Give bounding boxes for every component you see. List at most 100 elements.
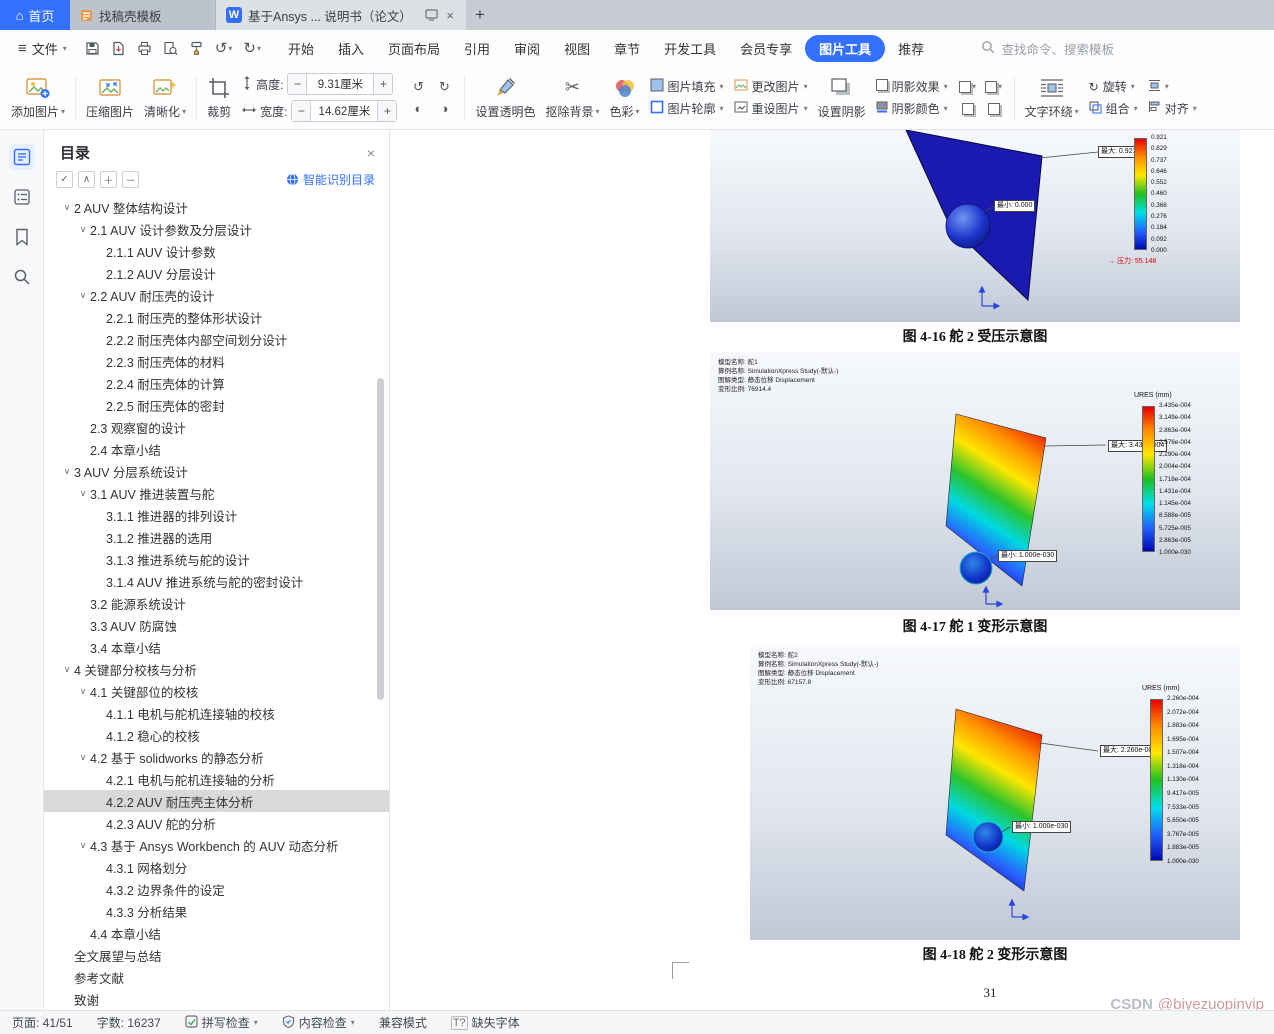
chevron-down-icon[interactable]: ∨ — [60, 466, 74, 477]
window-mode-icon[interactable] — [425, 9, 439, 21]
toc-item[interactable]: ∨ 4.2 基于 solidworks 的静态分析 — [44, 746, 389, 768]
page-indicator[interactable]: 页面: 41/51 — [12, 1014, 73, 1031]
tab-member[interactable]: 会员专享 — [729, 35, 803, 62]
toc-item[interactable]: 4.3.2 边界条件的设定 — [44, 878, 389, 900]
print-preview-button[interactable] — [163, 39, 178, 57]
width-decrease-button[interactable]: − — [292, 101, 311, 121]
toc-item[interactable]: 3.2 能源系统设计 — [44, 592, 389, 614]
shadow-style-button-3[interactable] — [957, 100, 979, 118]
toc-item[interactable]: ∨ 4.1 关键部位的校核 — [44, 680, 389, 702]
picture-outline-button[interactable]: 图片轮廓 ▾ — [650, 100, 724, 117]
width-increase-button[interactable]: + — [378, 101, 397, 121]
figure-4-17-image[interactable]: 模型名称: 舵1 算例名称: SimulationXpress Study(-默认… — [710, 352, 1240, 610]
toc-item[interactable]: 4.3.3 分析结果 — [44, 900, 389, 922]
group-button[interactable]: 组合 ▾ — [1089, 100, 1138, 117]
toc-item[interactable]: 参考文献 — [44, 966, 389, 988]
chevron-down-icon[interactable]: ∨ — [60, 664, 74, 675]
toc-item[interactable]: 3.3 AUV 防腐蚀 — [44, 614, 389, 636]
crop-button[interactable]: 裁剪 — [202, 74, 236, 122]
template-tab[interactable]: 找稿壳模板 — [70, 0, 216, 30]
smart-recognize-button[interactable]: 智能识别目录 — [286, 171, 375, 188]
compat-mode-indicator[interactable]: 兼容模式 — [379, 1014, 427, 1031]
missing-font-button[interactable]: T? 缺失字体 — [450, 1014, 520, 1031]
toc-item[interactable]: 3.4 本章小结 — [44, 636, 389, 658]
toc-collapse-all-button[interactable]: ∧ — [78, 171, 95, 188]
set-shadow-button[interactable]: 设置阴影 — [813, 74, 871, 122]
chevron-down-icon[interactable]: ∨ — [76, 224, 90, 235]
reset-picture-button[interactable]: 重设图片 ▾ — [734, 100, 808, 117]
command-search[interactable]: 查找命令、搜索模板 — [981, 39, 1114, 58]
toc-item[interactable]: ∨ 4 关键部分校核与分析 — [44, 658, 389, 680]
toc-item[interactable]: 4.3.1 网格划分 — [44, 856, 389, 878]
toc-item[interactable]: 致谢 — [44, 988, 389, 1010]
toc-item[interactable]: 2.1.1 AUV 设计参数 — [44, 240, 389, 262]
chevron-down-icon[interactable]: ∨ — [76, 840, 90, 851]
format-painter-button[interactable] — [189, 39, 204, 57]
toc-item[interactable]: ∨ 4.3 基于 Ansys Workbench 的 AUV 动态分析 — [44, 834, 389, 856]
toc-item[interactable]: ∨ 3 AUV 分层系统设计 — [44, 460, 389, 482]
height-input[interactable] — [306, 74, 375, 94]
shadow-effect-button[interactable]: 阴影效果 ▾ — [875, 78, 948, 95]
chevron-down-icon[interactable]: ∨ — [76, 488, 90, 499]
file-menu[interactable]: ≡ 文件 ▾ — [10, 39, 75, 58]
rotate-left-icon[interactable]: ↺ — [407, 78, 429, 96]
tab-view[interactable]: 视图 — [553, 35, 601, 62]
chevron-down-icon[interactable]: ∨ — [76, 686, 90, 697]
toc-select-button[interactable]: ✓ — [56, 171, 73, 188]
tab-developer[interactable]: 开发工具 — [653, 35, 727, 62]
home-tab[interactable]: ⌂ 首页 — [0, 0, 70, 30]
set-transparent-color-button[interactable]: 设置透明色 — [470, 74, 540, 122]
sharpen-button[interactable]: 清晰化 ▾ — [139, 74, 191, 122]
undo-button[interactable]: ↺ ▾ — [215, 39, 233, 57]
shadow-style-button-1[interactable]: ▾ — [957, 78, 979, 96]
toc-item[interactable]: ∨ 2.1 AUV 设计参数及分层设计 — [44, 218, 389, 240]
close-icon[interactable]: × — [367, 145, 375, 161]
word-count[interactable]: 字数: 16237 — [97, 1014, 161, 1031]
spell-check-button[interactable]: 拼写检查 ▾ — [185, 1014, 258, 1031]
close-tab-icon[interactable]: × — [444, 8, 456, 23]
redo-button[interactable]: ↻ ▾ — [243, 39, 261, 57]
sidebar-bookmark-button[interactable] — [9, 224, 35, 250]
tab-references[interactable]: 引用 — [453, 35, 501, 62]
chevron-down-icon[interactable]: ∨ — [76, 752, 90, 763]
tab-recommend[interactable]: 推荐 — [887, 35, 935, 62]
toc-item[interactable]: ∨ 3.1 AUV 推进装置与舵 — [44, 482, 389, 504]
text-wrap-button[interactable]: 文字环绕 ▾ — [1020, 74, 1084, 122]
change-picture-button[interactable]: 更改图片 ▾ — [734, 78, 808, 95]
sidebar-chapter-button[interactable] — [9, 184, 35, 210]
width-input[interactable] — [310, 101, 379, 121]
sidebar-toc-button[interactable] — [8, 144, 35, 170]
compress-picture-button[interactable]: 压缩图片 — [81, 74, 139, 122]
chevron-down-icon[interactable]: ∨ — [76, 290, 90, 301]
toc-item[interactable]: 3.1.2 推进器的选用 — [44, 526, 389, 548]
picture-fill-button[interactable]: 图片填充 ▾ — [650, 78, 724, 95]
distribute-button[interactable]: ▾ — [1148, 79, 1197, 95]
figure-4-16-image[interactable]: 最大: 0.921 最小: 0.000 0.921 0.829 0.737 0.646… — [710, 130, 1240, 322]
toc-scrollbar[interactable] — [377, 378, 384, 700]
toc-item[interactable]: 2.2.5 耐压壳体的密封 — [44, 394, 389, 416]
brightness-down-icon[interactable]: ◑ — [433, 100, 455, 118]
shadow-style-button-4[interactable] — [983, 100, 1005, 118]
toc-item[interactable]: ∨ 2 AUV 整体结构设计 — [44, 196, 389, 218]
toc-item[interactable]: ∨ 2.2 AUV 耐压壳的设计 — [44, 284, 389, 306]
toc-item[interactable]: 2.3 观察窗的设计 — [44, 416, 389, 438]
toc-item[interactable]: 4.2.1 电机与舵机连接轴的分析 — [44, 768, 389, 790]
toc-collapse-button[interactable]: － — [122, 171, 139, 188]
remove-background-button[interactable]: ✂ 抠除背景 ▾ — [540, 74, 604, 122]
tab-home-menu[interactable]: 开始 — [277, 35, 325, 62]
brightness-up-icon[interactable]: ◐ — [407, 100, 429, 118]
print-button[interactable] — [137, 39, 152, 57]
toc-item[interactable]: 3.1.1 推进器的排列设计 — [44, 504, 389, 526]
add-picture-button[interactable]: 添加图片 ▾ — [6, 74, 70, 122]
document-tab[interactable]: W 基于Ansys ... 说明书（论文） × — [216, 0, 466, 30]
tab-review[interactable]: 审阅 — [503, 35, 551, 62]
toc-item[interactable]: 2.1.2 AUV 分层设计 — [44, 262, 389, 284]
toc-item[interactable]: 全文展望与总结 — [44, 944, 389, 966]
toc-item[interactable]: 2.2.4 耐压壳体的计算 — [44, 372, 389, 394]
rotate-button[interactable]: ↻ 旋转 ▾ — [1089, 78, 1138, 95]
toc-item[interactable]: 2.2.2 耐压壳体内部空间划分设计 — [44, 328, 389, 350]
figure-4-18-image[interactable]: 模型名称: 舵2 算例名称: SimulationXpress Study(-默认… — [750, 645, 1240, 940]
align-button[interactable]: 对齐 ▾ — [1148, 100, 1197, 117]
new-tab-button[interactable]: + — [466, 0, 494, 30]
toc-expand-button[interactable]: ＋ — [100, 171, 117, 188]
